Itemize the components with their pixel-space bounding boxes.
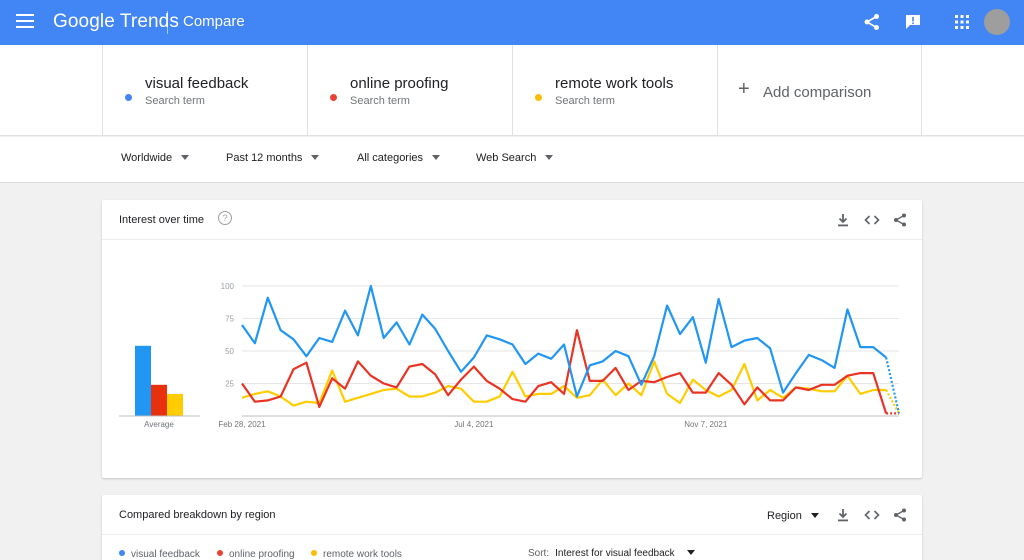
average-bar	[135, 345, 151, 416]
legend-label: visual feedback	[131, 549, 200, 560]
sort-value: Interest for visual feedback	[555, 548, 675, 559]
add-comparison-label: Add comparison	[763, 84, 872, 101]
logo-trends-text: Trends	[119, 11, 179, 32]
x-tick-label: Nov 7, 2021	[684, 420, 728, 429]
sort-select[interactable]: Sort: Interest for visual feedback	[528, 548, 695, 559]
plus-icon: +	[738, 78, 750, 100]
legend-online-proofing: online proofing	[217, 549, 295, 560]
average-bar	[151, 384, 167, 416]
interest-over-time-card: Interest over time ? 25 50 75 100 Feb 28, 20…	[102, 200, 922, 478]
add-comparison-button[interactable]: + Add comparison	[717, 45, 922, 136]
legend-label: remote work tools	[323, 549, 402, 560]
share-icon[interactable]	[862, 12, 882, 32]
average-bar	[167, 393, 183, 416]
average-label: Average	[144, 420, 174, 429]
x-tick-label: Jul 4, 2021	[454, 420, 494, 429]
term-type: Search term	[555, 95, 615, 107]
account-avatar[interactable]	[984, 9, 1010, 35]
help-icon[interactable]: ?	[218, 211, 232, 225]
interest-chart[interactable]: 25 50 75 100 Feb 28, 2021 Jul 4, 2021 Nov 7, 2…	[102, 240, 922, 478]
region-filter[interactable]: Worldwide	[121, 152, 190, 164]
caret-down-icon	[545, 155, 554, 160]
term-type: Search term	[145, 95, 205, 107]
share-icon[interactable]	[892, 212, 908, 228]
top-app-bar: Google Trends Compare	[0, 0, 1024, 45]
sort-label: Sort:	[528, 548, 550, 559]
caret-down-icon	[432, 155, 441, 160]
caret-down-icon	[686, 550, 695, 555]
term-type: Search term	[350, 95, 410, 107]
header-divider	[167, 11, 168, 34]
card-title: Interest over time	[119, 214, 204, 226]
category-filter[interactable]: All categories	[357, 152, 441, 164]
region-select-label: Region	[767, 510, 802, 522]
region-filter-label: Worldwide	[121, 152, 173, 164]
property-filter-label: Web Search	[476, 152, 537, 164]
filter-bar: Worldwide Past 12 months All categories …	[0, 137, 1024, 183]
series-line-0	[241, 284, 887, 398]
download-icon[interactable]	[835, 212, 851, 228]
term-color-dot	[330, 94, 337, 101]
term-card-remote-work-tools[interactable]: remote work tools Search term	[512, 45, 717, 136]
google-trends-logo[interactable]: Google Trends	[53, 11, 179, 33]
series-partial-segment	[885, 357, 901, 414]
time-range-filter[interactable]: Past 12 months	[226, 152, 320, 164]
download-icon[interactable]	[835, 507, 851, 523]
y-tick-label: 100	[221, 282, 235, 291]
y-tick-label: 25	[225, 380, 234, 389]
caret-down-icon	[181, 155, 190, 160]
term-card-online-proofing[interactable]: online proofing Search term	[307, 45, 512, 136]
card-header: Interest over time ?	[102, 200, 922, 240]
share-icon[interactable]	[892, 507, 908, 523]
y-tick-label: 50	[225, 347, 234, 356]
time-filter-label: Past 12 months	[226, 152, 303, 164]
comparison-terms-bar: visual feedback Search term online proof…	[0, 45, 1024, 136]
card-header: Compared breakdown by region Region	[102, 495, 922, 535]
embed-code-icon[interactable]	[864, 507, 880, 523]
region-level-select[interactable]: Region	[767, 510, 819, 522]
category-filter-label: All categories	[357, 152, 424, 164]
embed-code-icon[interactable]	[864, 212, 880, 228]
region-breakdown-card: Compared breakdown by region Region visu…	[102, 495, 922, 560]
term-card-visual-feedback[interactable]: visual feedback Search term	[102, 45, 307, 136]
logo-google-text: Google	[53, 11, 115, 32]
legend-remote-work-tools: remote work tools	[311, 549, 402, 560]
x-tick-label: Feb 28, 2021	[218, 420, 266, 429]
term-name: online proofing	[350, 75, 449, 92]
menu-icon[interactable]	[16, 14, 34, 30]
term-name: remote work tools	[555, 75, 674, 92]
y-tick-label: 75	[225, 315, 234, 324]
term-color-dot	[125, 94, 132, 101]
search-property-filter[interactable]: Web Search	[476, 152, 554, 164]
term-name: visual feedback	[145, 75, 249, 92]
caret-down-icon	[810, 513, 819, 518]
series-line-1	[241, 329, 888, 414]
caret-down-icon	[311, 155, 320, 160]
legend-visual-feedback: visual feedback	[119, 549, 200, 560]
apps-grid-icon[interactable]	[952, 12, 972, 32]
card-title: Compared breakdown by region	[119, 509, 276, 521]
feedback-icon[interactable]	[903, 12, 923, 32]
legend-label: online proofing	[229, 549, 295, 560]
term-color-dot	[535, 94, 542, 101]
page-title: Compare	[183, 13, 245, 30]
